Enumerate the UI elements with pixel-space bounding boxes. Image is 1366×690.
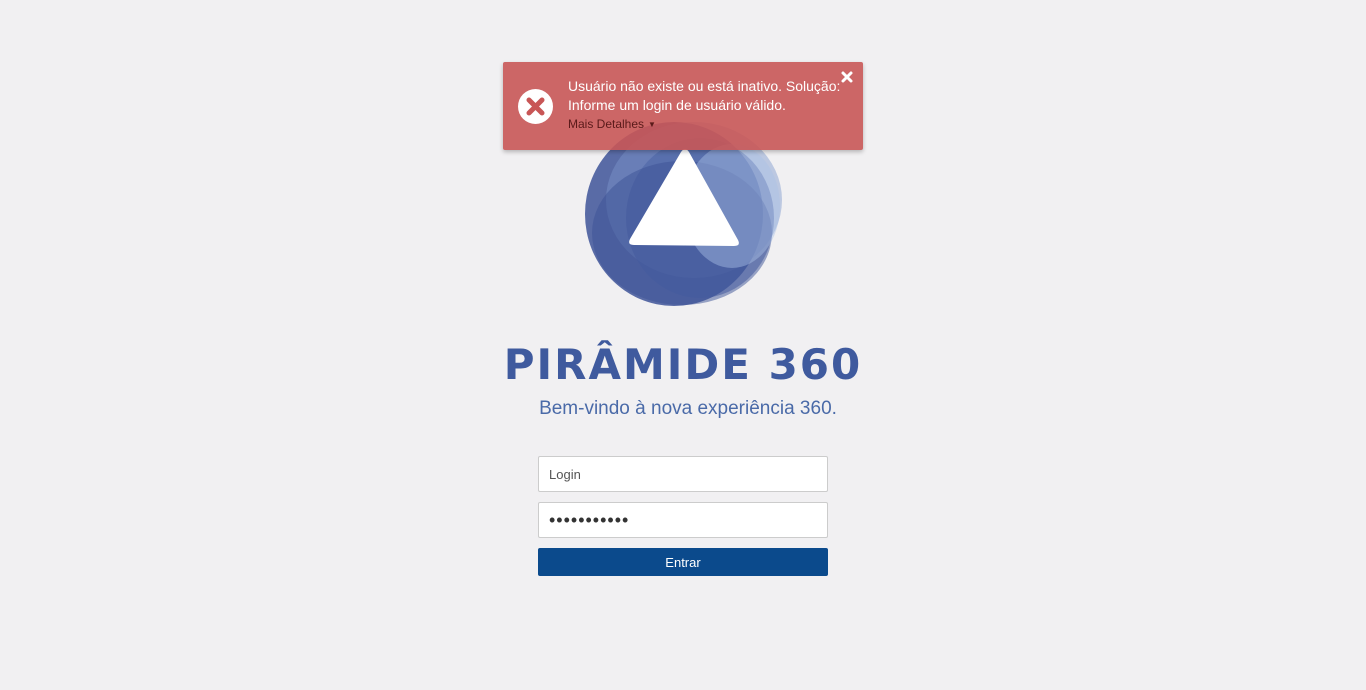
password-input[interactable] [538, 502, 828, 538]
error-x-circle-icon [518, 89, 553, 124]
login-page: PIRÂMIDE 360 Bem-vindo à nova experiênci… [0, 0, 1366, 690]
brand-title: PIRÂMIDE 360 [503, 340, 863, 389]
caret-down-icon: ▼ [648, 120, 656, 129]
login-input[interactable] [538, 456, 828, 492]
login-form: Entrar [538, 456, 828, 576]
brand-subtitle: Bem-vindo à nova experiência 360. [539, 398, 837, 419]
entrar-button[interactable]: Entrar [538, 548, 828, 576]
more-details-link[interactable]: Mais Detalhes ▼ [568, 117, 656, 131]
error-toast: Usuário não existe ou está inativo. Solu… [503, 62, 863, 150]
close-icon[interactable] [840, 70, 854, 84]
more-details-label: Mais Detalhes [568, 117, 645, 131]
toast-message: Usuário não existe ou está inativo. Solu… [568, 78, 841, 113]
